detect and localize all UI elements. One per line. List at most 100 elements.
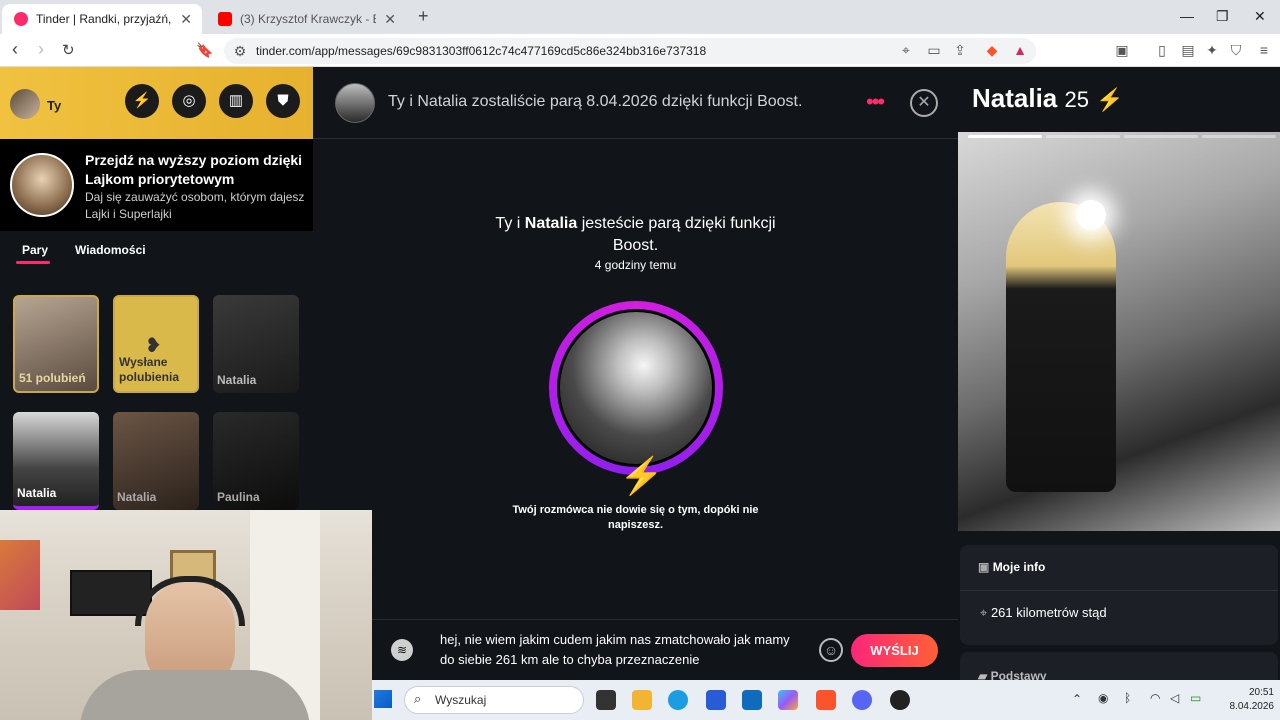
distance: ⌖ 261 kilometrów stąd [980,605,1107,621]
boost-bolt-icon: ⚡ [619,455,664,496]
cast-icon[interactable]: ▭ [926,42,942,58]
boost-icon[interactable]: ⚡ [125,84,159,118]
vpn-icon[interactable]: ⛉ [1228,42,1244,58]
boost-icon: ⚡ [1096,87,1124,112]
match-name: Paulina [217,490,260,504]
avatar[interactable] [335,83,375,123]
new-tab-button[interactable]: + [418,6,429,27]
match-card[interactable]: Natalia [113,412,199,510]
wifi-icon[interactable]: ◠ [1150,691,1160,705]
wallet-icon[interactable]: ▤ [1180,42,1196,58]
likes-count-label: 51 polubień [19,371,86,385]
conversation-panel: Ty i Natalia zostaliście parą 8.04.2026 … [313,67,958,680]
menu-icon[interactable]: ≡ [1256,42,1272,58]
location-icon[interactable]: ⌖ [898,42,914,58]
outlook-icon[interactable] [742,690,762,710]
close-tab-icon[interactable]: ✕ [384,11,396,28]
explore-icon[interactable]: ◎ [172,84,206,118]
match-name: Natalia [17,486,57,500]
user-label[interactable]: Ty [47,98,61,113]
message-input[interactable]: hej, nie wiem jakim cudem jakim nas zmat… [440,630,800,670]
photo-progress-segment [1202,135,1276,138]
store-icon[interactable] [706,690,726,710]
sidebar-icon[interactable]: ▯ [1154,42,1170,58]
spotify-icon[interactable]: ≋ [391,639,413,661]
tab-title: (3) Krzysztof Krawczyk - Bo jestes ty [240,12,376,26]
edge-icon[interactable] [668,690,688,710]
close-icon[interactable]: ✕ [910,89,938,117]
avatar[interactable] [10,89,40,119]
minimize-icon[interactable]: — [1180,8,1194,24]
distance-text: 261 kilometrów stąd [990,605,1107,620]
bookmark-icon[interactable]: 🔖 [196,42,213,59]
reload-icon[interactable]: ↻ [62,41,75,59]
url-field[interactable]: tinder.com/app/messages/69c9831303ff0612… [224,38,1036,64]
file-explorer-icon[interactable] [632,690,652,710]
back-icon[interactable]: ‹ [12,39,18,60]
photo-subject [1006,202,1116,492]
obs-icon[interactable] [890,690,910,710]
match-card[interactable]: Paulina [213,412,299,510]
tab-messages[interactable]: Wiadomości [75,243,146,257]
likes-card[interactable]: 51 polubień [13,295,99,393]
forward-icon[interactable]: › [38,39,44,60]
priority-likes-promo[interactable]: Przejdź na wyższy poziom dzięki Lajkom p… [0,139,313,231]
reader-icon[interactable]: ▣ [1114,42,1130,58]
sent-likes-card[interactable]: ❥ Wysłane polubienia [113,295,199,393]
match-name: Natalia [117,490,157,504]
close-window-icon[interactable]: ✕ [1254,8,1266,25]
volume-icon[interactable]: ◁ [1170,691,1179,705]
location-pin-icon: ⌖ [980,605,988,620]
leo-ai-icon[interactable]: ✦ [1204,42,1220,58]
conversation-header: Ty i Natalia zostaliście parą 8.04.2026 … [313,67,958,139]
windows-start-icon[interactable] [374,690,392,708]
divider [960,590,1278,591]
sidebar-header: Ty ⚡ ◎ ▥ ⛊ [0,67,313,139]
brave-shields-icon[interactable]: ◆ [984,42,1000,58]
safety-shield-icon[interactable]: ⛊ [266,84,300,118]
avatar [10,153,74,217]
profile-name-text: Natalia [972,83,1058,113]
browser-tab-tinder[interactable]: Tinder | Randki, przyjaźń, nowe z ✕ [2,4,202,34]
clock-date: 8.04.2026 [1229,701,1275,712]
taskbar-search[interactable]: Wyszukaj [404,686,584,714]
maximize-icon[interactable]: ❐ [1216,8,1229,25]
taskbar-clock[interactable]: 20:51 8.04.2026 [1222,686,1275,714]
match-photo[interactable] [549,301,723,475]
task-view-icon[interactable] [596,690,616,710]
copilot-icon[interactable] [778,690,798,710]
emoji-icon[interactable]: ☺ [819,638,843,662]
match-card-selected[interactable]: Natalia [13,412,99,510]
browser-tab-bar: Tinder | Randki, przyjaźń, nowe z ✕ (3) … [0,0,1280,34]
match-announcement: Ty i Natalia jesteście parą dzięki funkc… [483,213,788,257]
active-tab-underline [16,261,50,264]
tray-chevron-icon[interactable]: ⌃ [1072,692,1082,706]
bluetooth-icon[interactable]: ᛒ [1124,691,1131,705]
more-options-icon[interactable]: ••• [866,89,885,115]
profile-age: 25 [1064,87,1089,112]
brave-icon[interactable] [816,690,836,710]
tab-matches[interactable]: Pary [22,243,48,257]
share-icon[interactable]: ⇪ [952,42,968,58]
tab-title: Tinder | Randki, przyjaźń, nowe z [36,12,172,26]
browser-tab-youtube[interactable]: (3) Krzysztof Krawczyk - Bo jestes ty ✕ [206,4,406,34]
discord-icon[interactable] [852,690,872,710]
briefcase-icon[interactable]: ▥ [219,84,253,118]
youtube-favicon-icon [218,12,232,26]
close-tab-icon[interactable]: ✕ [180,11,192,28]
profile-photo[interactable] [958,132,1280,531]
profile-name: Natalia 25 ⚡ [972,83,1124,114]
match-timestamp: 4 godziny temu [594,258,677,272]
sent-likes-label: Wysłane polubienia [119,355,179,384]
photo-progress-segment [1046,135,1120,138]
info-card: ▣ Moje info ⌖ 261 kilometrów stąd [960,545,1278,645]
photo-progress-segment [968,135,1042,138]
send-button[interactable]: WYŚLIJ [851,634,938,667]
brave-rewards-icon[interactable]: ▲ [1012,42,1028,58]
wall-picture [0,540,40,610]
site-info-icon[interactable]: ⚙ [232,43,248,59]
battery-icon[interactable]: ▭ [1190,691,1201,705]
match-card[interactable]: Natalia [213,295,299,393]
tray-app-icon[interactable]: ◉ [1098,691,1108,705]
hint-text: Twój rozmówca nie dowie się o tym, dopók… [512,504,759,531]
